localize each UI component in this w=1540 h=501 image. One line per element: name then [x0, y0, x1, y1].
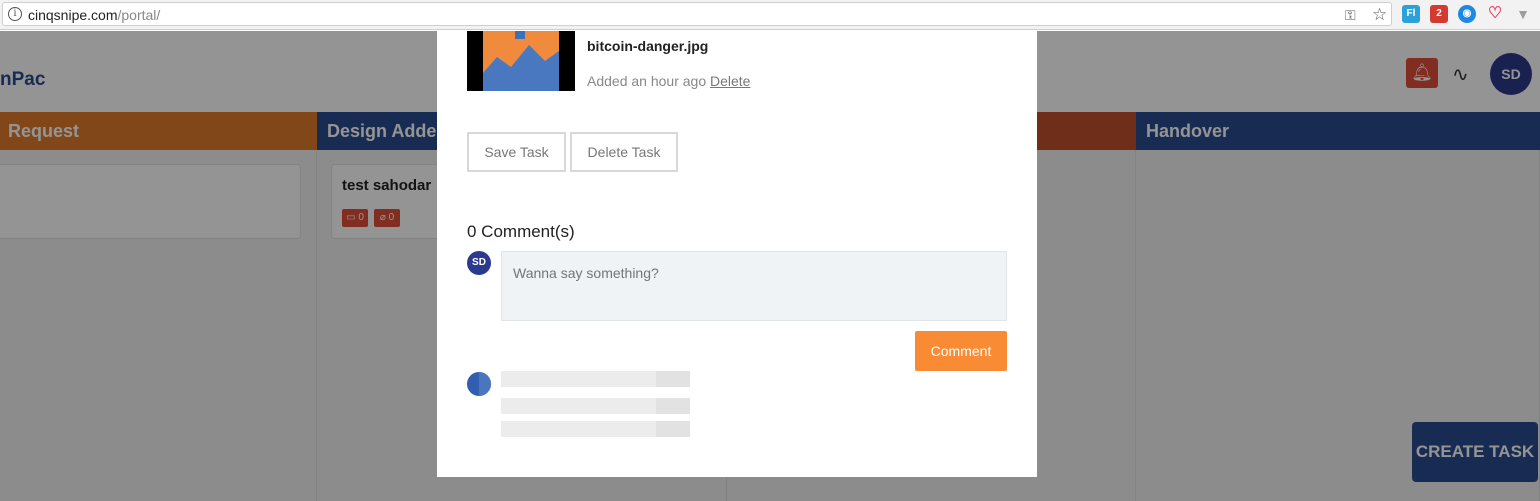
save-task-button[interactable]: Save Task	[467, 132, 566, 172]
eye-extension-icon[interactable]: ◉	[1458, 5, 1476, 23]
bookmark-star-icon[interactable]: ☆	[1372, 5, 1387, 25]
comment-author-avatar: SD	[467, 251, 491, 275]
url-text: cinqsnipe.com/portal/	[28, 7, 161, 23]
loading-line-placeholder	[501, 421, 690, 437]
heart-extension-icon[interactable]: ♡	[1486, 5, 1504, 23]
delete-task-button[interactable]: Delete Task	[570, 132, 678, 172]
loading-line-placeholder	[501, 398, 690, 414]
v-extension-icon[interactable]: ▼	[1514, 5, 1532, 23]
attachment-thumbnail[interactable]	[467, 31, 575, 91]
calendar-extension-icon[interactable]: 2	[1430, 5, 1448, 23]
delete-attachment-link[interactable]: Delete	[710, 73, 750, 89]
fl-extension-icon[interactable]: Fl	[1402, 5, 1420, 23]
comments-count-heading: 0 Comment(s)	[467, 222, 575, 241]
key-icon[interactable]: ⚿	[1345, 7, 1356, 24]
task-modal: bitcoin-danger.jpg Added an hour ago Del…	[437, 31, 1037, 477]
address-bar[interactable]: i cinqsnipe.com/portal/ ⚿ ☆	[2, 2, 1392, 26]
comment-input[interactable]	[501, 251, 1007, 321]
comment-button[interactable]: Comment	[915, 331, 1007, 371]
attachment-meta: Added an hour ago Delete	[587, 73, 751, 89]
attachment-file-name: bitcoin-danger.jpg	[587, 38, 709, 54]
browser-toolbar: i cinqsnipe.com/portal/ ⚿ ☆ Fl 2 ◉ ♡ ▼	[0, 0, 1540, 30]
loading-line-placeholder	[501, 371, 690, 387]
loading-avatar-placeholder	[467, 372, 491, 396]
image-preview-icon	[483, 31, 559, 91]
info-icon[interactable]: i	[8, 7, 22, 21]
